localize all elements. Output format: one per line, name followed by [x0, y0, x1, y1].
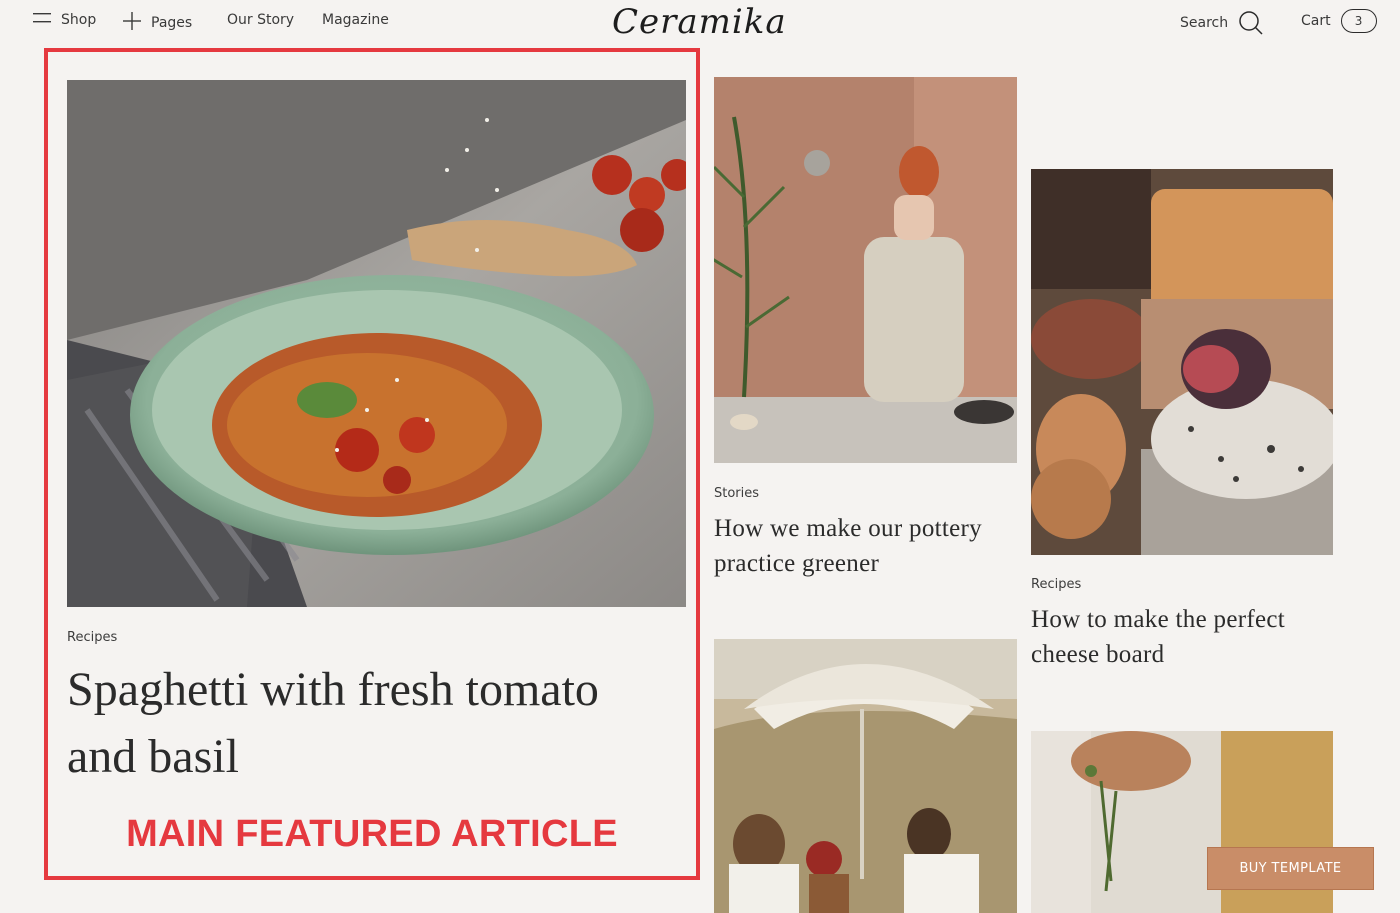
pages-menu[interactable]: Pages [123, 12, 192, 34]
article-image-cheese[interactable] [1031, 169, 1333, 555]
plus-icon [123, 12, 141, 34]
pottery-title-line1: How we make our pottery [714, 515, 982, 542]
article-category-recipes[interactable]: Recipes [1031, 577, 1081, 592]
search-button[interactable]: Search [1180, 10, 1264, 36]
search-label: Search [1180, 15, 1229, 31]
article-image-picnic[interactable] [714, 639, 1017, 913]
our-story-link[interactable]: Our Story [227, 12, 294, 28]
featured-annotation-box [44, 48, 700, 880]
cart-label: Cart [1301, 13, 1331, 29]
cart-count-badge: 3 [1340, 9, 1377, 33]
article-category-stories[interactable]: Stories [714, 486, 759, 501]
pottery-title-line2: practice greener [714, 550, 880, 577]
buy-template-button[interactable]: BUY TEMPLATE [1207, 847, 1374, 890]
shop-label: Shop [61, 12, 97, 28]
search-icon [1238, 10, 1264, 36]
menu-toggle[interactable]: Shop [33, 12, 96, 28]
cheese-title-line2: cheese board [1031, 641, 1165, 668]
featured-annotation-label: MAIN FEATURED ARTICLE [126, 813, 618, 855]
hamburger-icon [33, 12, 51, 28]
pages-label: Pages [151, 15, 193, 31]
cheese-title-line1: How to make the perfect [1031, 606, 1286, 633]
article-image-pottery[interactable] [714, 77, 1017, 463]
article-title-pottery[interactable]: How we make our pottery practice greener [714, 511, 1017, 581]
magazine-link[interactable]: Magazine [322, 12, 389, 28]
cart-button[interactable]: Cart 3 [1301, 9, 1377, 33]
site-logo[interactable]: Ceramika [612, 2, 787, 42]
article-title-cheese[interactable]: How to make the perfect cheese board [1031, 602, 1334, 672]
